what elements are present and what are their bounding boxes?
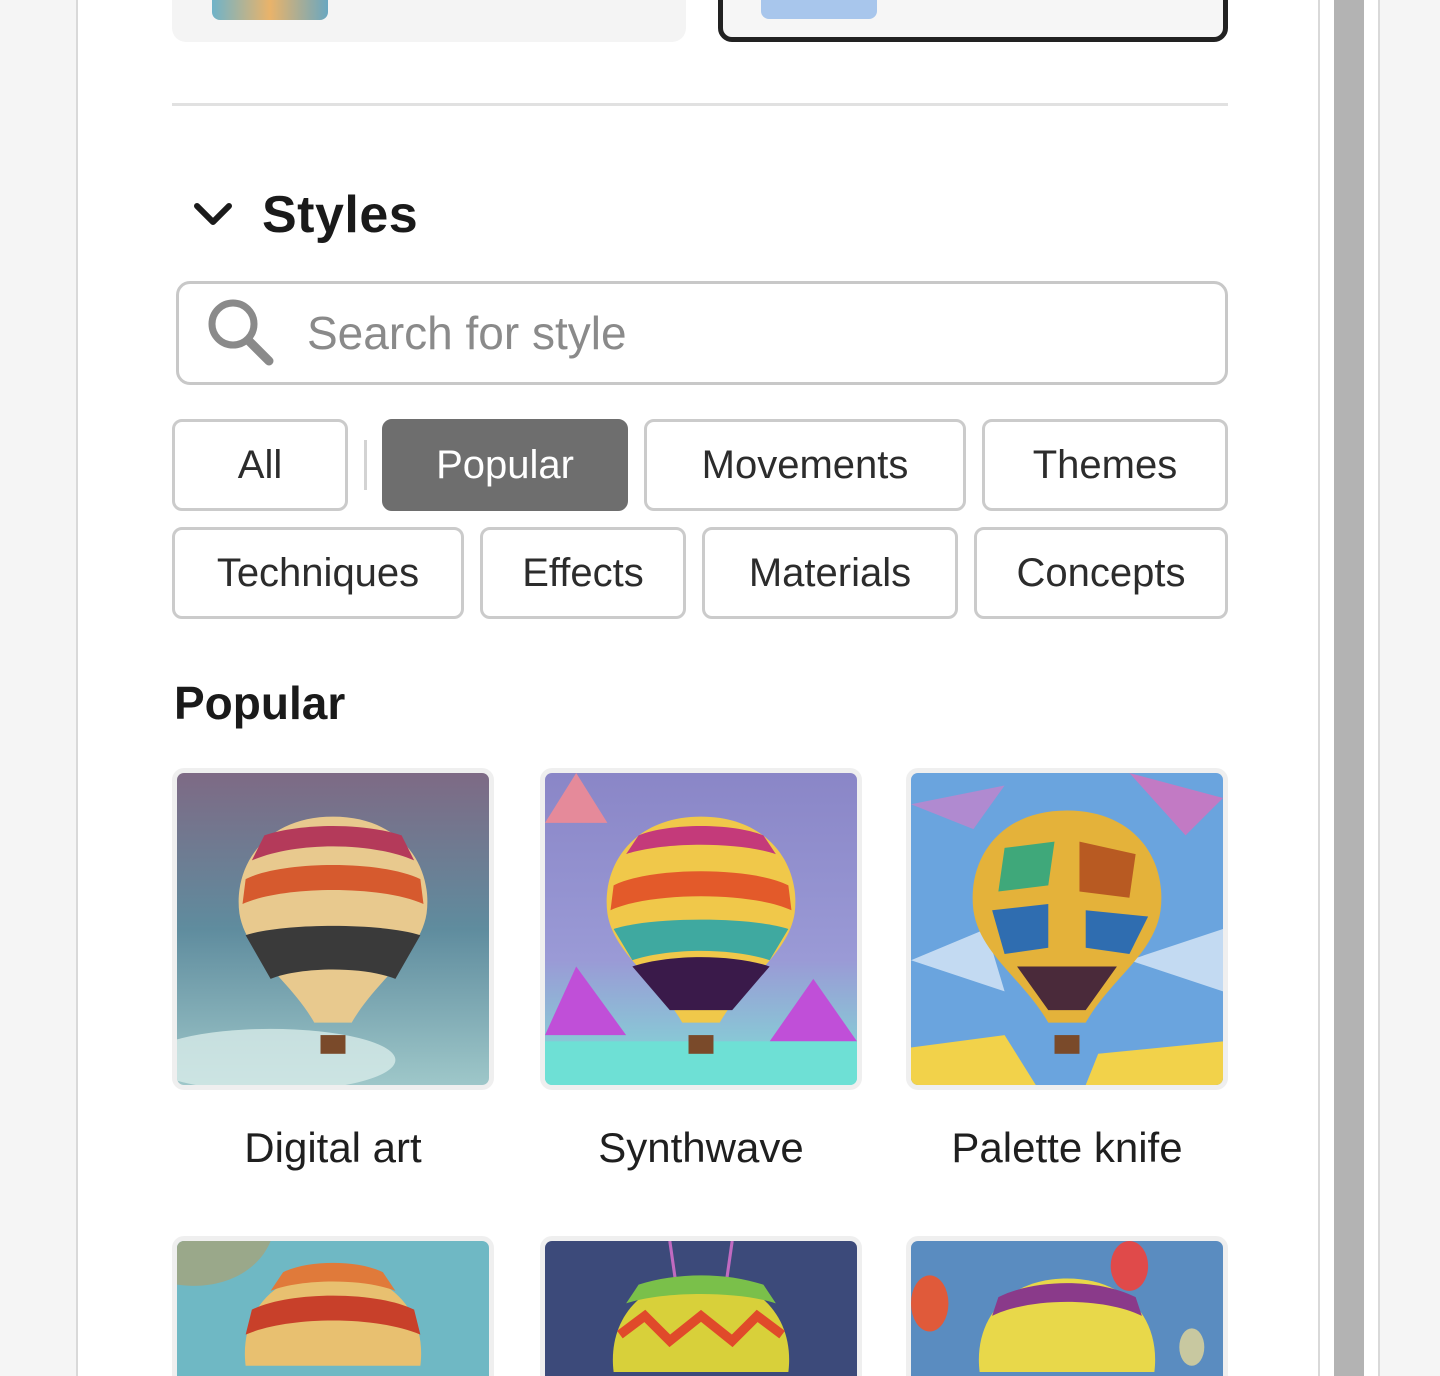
style-tile[interactable]: [540, 1236, 862, 1376]
styles-panel: Styles All Popular Movements Themes Tech…: [76, 0, 1320, 1376]
balloon-thumbnail: [545, 773, 857, 1085]
filter-chip-materials[interactable]: Materials: [702, 527, 958, 619]
filter-chip-effects[interactable]: Effects: [480, 527, 686, 619]
composition-thumbnail: [212, 0, 328, 20]
style-tile-digital-art[interactable]: [172, 768, 494, 1090]
chip-separator: [364, 440, 367, 490]
balloon-thumbnail: [911, 773, 1223, 1085]
scrollbar-thumb[interactable]: [1334, 0, 1364, 1376]
search-icon: [201, 294, 279, 372]
popular-group-title: Popular: [174, 677, 346, 729]
styles-section-header[interactable]: Styles: [190, 180, 418, 250]
filter-chip-themes[interactable]: Themes: [982, 419, 1228, 511]
balloon-thumbnail: [177, 773, 489, 1085]
style-tile-label: Synthwave: [598, 1124, 804, 1171]
filter-chip-popular[interactable]: Popular: [382, 419, 628, 511]
filter-chip-all[interactable]: All: [172, 419, 348, 511]
style-search-field[interactable]: [176, 281, 1228, 385]
filter-chip-techniques[interactable]: Techniques: [172, 527, 464, 619]
style-tile[interactable]: [906, 1236, 1228, 1376]
composition-card-selected[interactable]: [718, 0, 1228, 42]
styles-page: Styles All Popular Movements Themes Tech…: [0, 0, 1440, 1376]
style-tile-label: Palette knife: [951, 1124, 1183, 1171]
style-tile-label: Digital art: [244, 1124, 422, 1171]
section-title: Styles: [262, 186, 419, 244]
composition-card[interactable]: [172, 0, 686, 42]
balloon-thumbnail: [911, 1241, 1223, 1376]
section-divider: [172, 103, 1228, 106]
style-tile-palette-knife[interactable]: [906, 768, 1228, 1090]
style-tile[interactable]: [172, 1236, 494, 1376]
style-tile-synthwave[interactable]: [540, 768, 862, 1090]
filter-chip-movements[interactable]: Movements: [644, 419, 966, 511]
balloon-thumbnail: [545, 1241, 857, 1376]
balloon-thumbnail: [177, 1241, 489, 1376]
scrollbar[interactable]: [1320, 0, 1380, 1376]
filter-chip-concepts[interactable]: Concepts: [974, 527, 1228, 619]
composition-thumbnail: [761, 0, 877, 19]
chevron-down-icon[interactable]: [190, 192, 236, 238]
search-input[interactable]: [307, 306, 1187, 360]
